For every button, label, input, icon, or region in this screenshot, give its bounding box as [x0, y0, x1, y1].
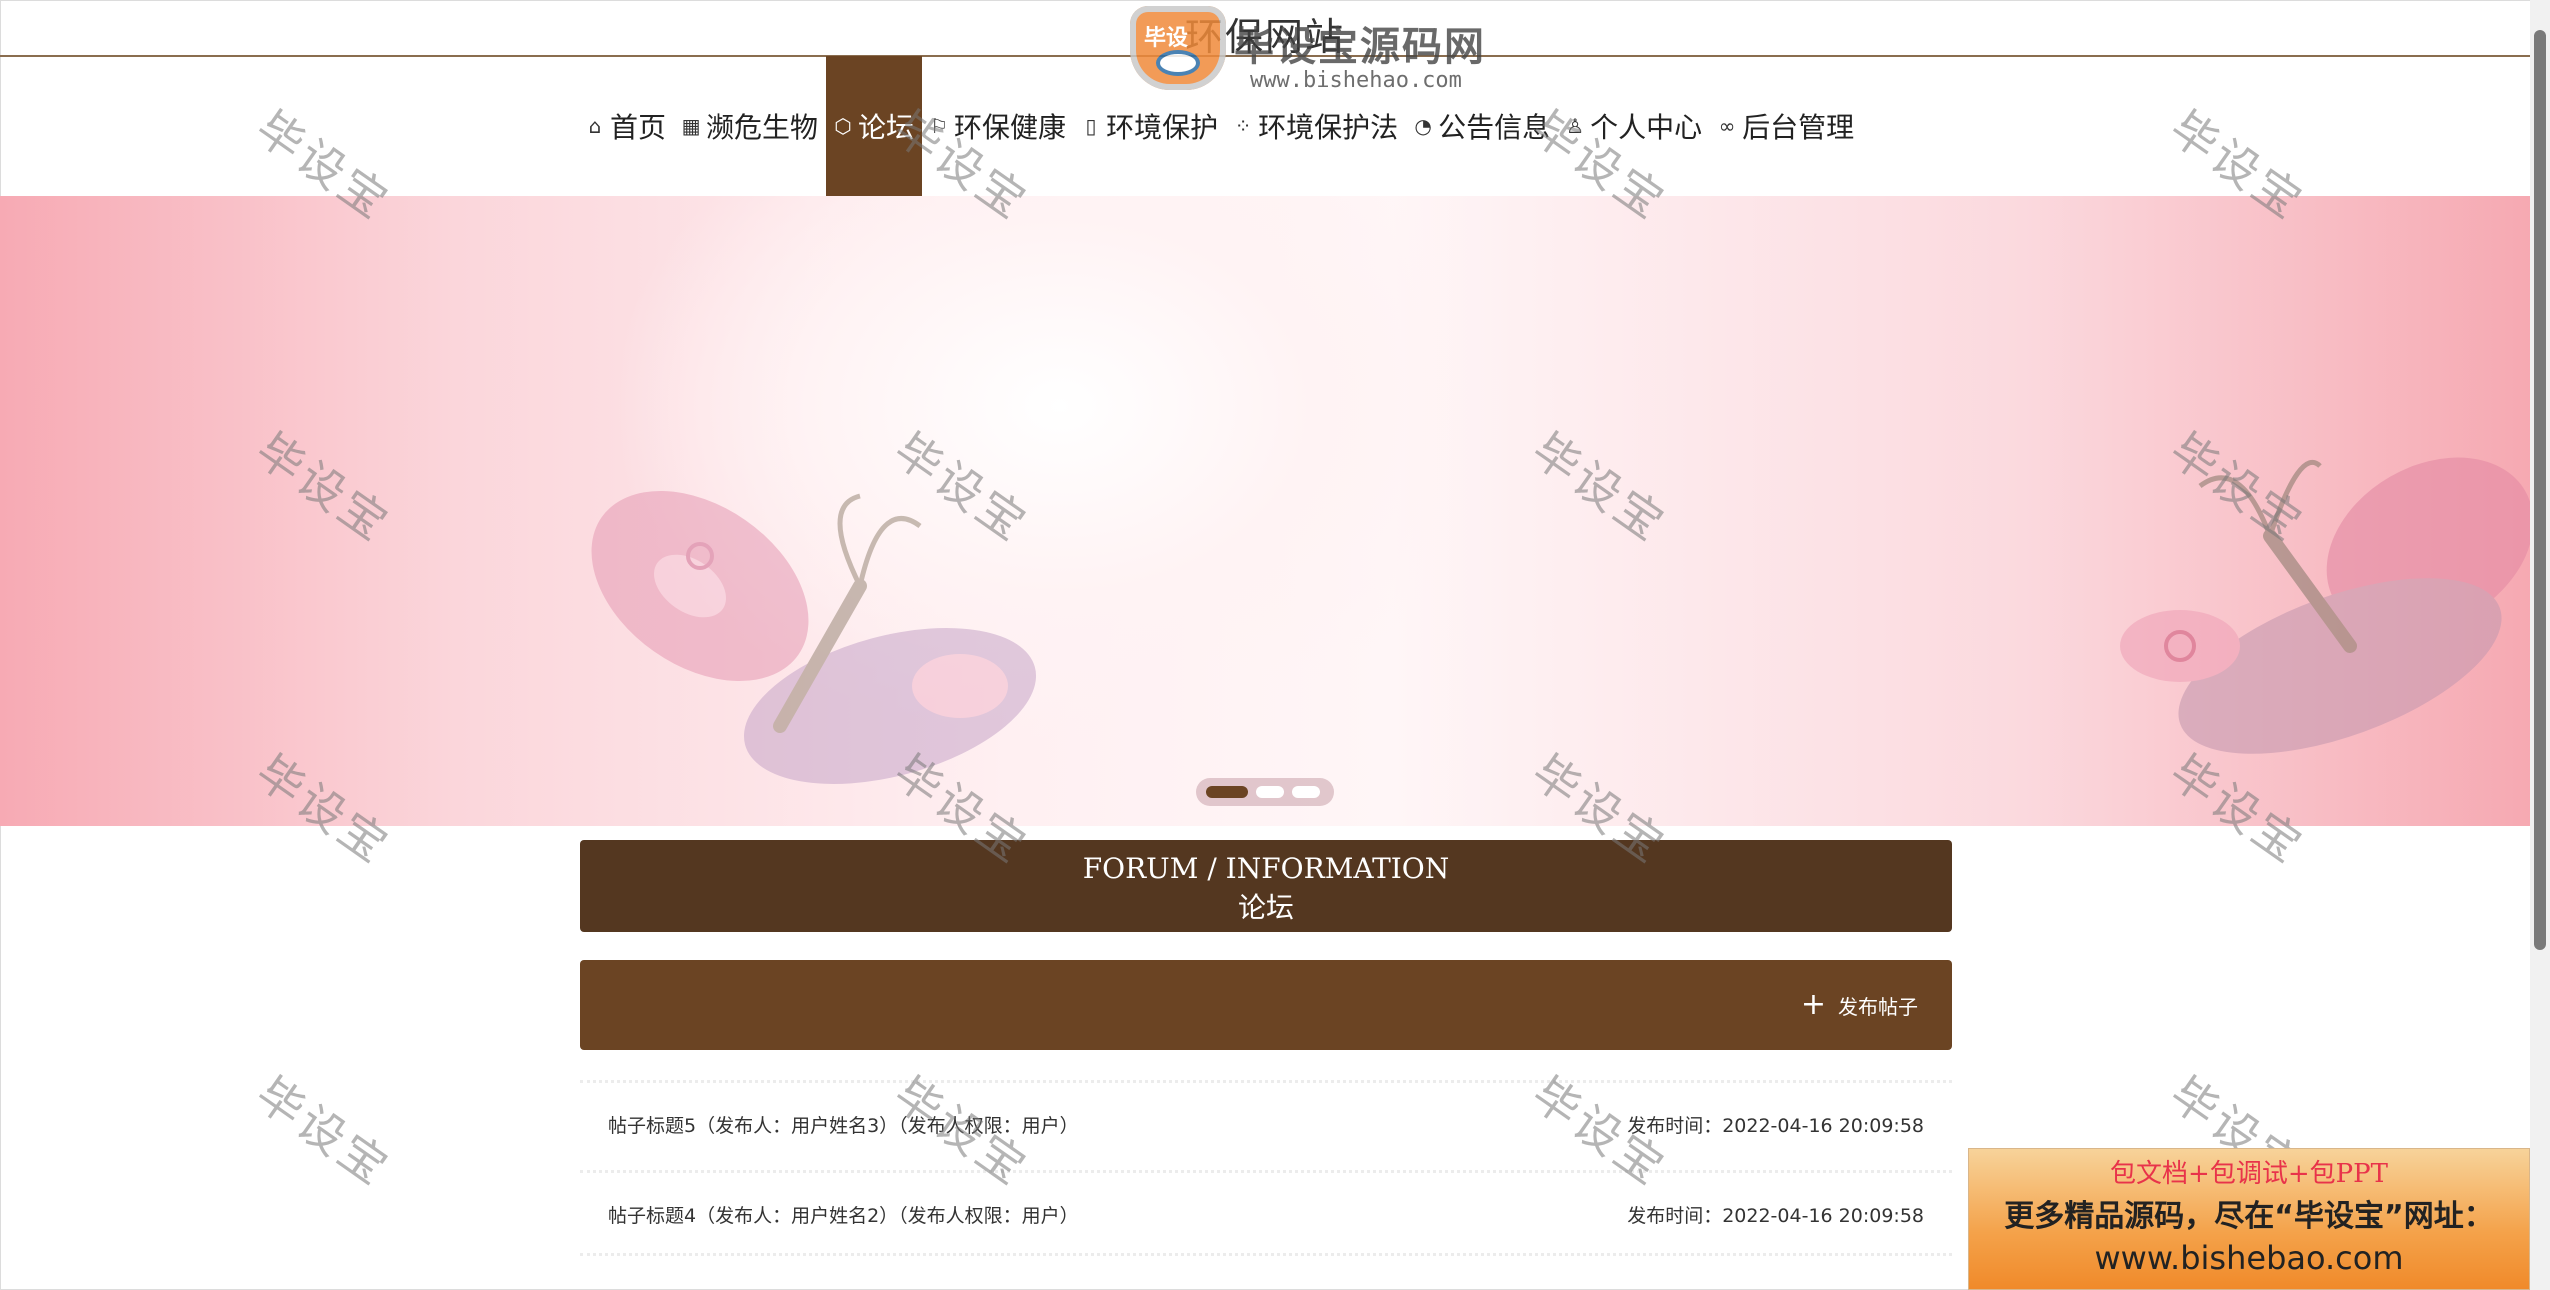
- carousel-dot-1[interactable]: [1206, 786, 1248, 798]
- cube-icon: ⬡: [834, 114, 852, 138]
- plus-icon: +: [1800, 987, 1826, 1022]
- post-time: 发布时间：2022-04-16 20:09:58: [1627, 1205, 1924, 1227]
- user-icon: ♙: [1566, 114, 1585, 138]
- logo-url: www.bishehao.com: [1250, 68, 1462, 93]
- logo-badge-icon: 毕设: [1130, 6, 1226, 90]
- nav-item-label: 首页: [610, 111, 667, 144]
- note-icon: ▯: [1085, 114, 1097, 138]
- nav-item-label: 环境保护法: [1258, 111, 1399, 144]
- post-title: 帖子标题5（发布人：用户姓名3）（发布人权限：用户）: [608, 1115, 1079, 1137]
- nav-item-eco-health[interactable]: ⚐ 环保健康: [922, 56, 1074, 196]
- carousel-dot-2[interactable]: [1256, 786, 1284, 798]
- nav-item-label: 后台管理: [1742, 111, 1855, 144]
- nav-item-label: 环保健康: [954, 111, 1067, 144]
- post-title: 帖子标题4（发布人：用户姓名2）（发布人权限：用户）: [608, 1205, 1079, 1227]
- nav-item-label: 公告信息: [1438, 111, 1551, 144]
- section-title-cn: 论坛: [1237, 891, 1294, 924]
- post-list-item[interactable]: 帖子标题4（发布人：用户姓名2）（发布人权限：用户） 发布时间：2022-04-…: [580, 1170, 1952, 1256]
- nav-item-label: 论坛: [858, 111, 915, 144]
- nav-item-label: 个人中心: [1590, 111, 1703, 144]
- post-time: 发布时间：2022-04-16 20:09:58: [1627, 1115, 1924, 1137]
- carousel-dot-3[interactable]: [1292, 786, 1320, 798]
- promo-ad-box[interactable]: 包文档+包调试+包PPT 更多精品源码，尽在“毕设宝”网址： www.bishe…: [1968, 1148, 2530, 1290]
- nav-item-user-center[interactable]: ♙ 个人中心: [1558, 56, 1710, 196]
- nav-item-home[interactable]: ⌂ 首页: [578, 56, 674, 196]
- flag-icon: ⚐: [930, 114, 949, 138]
- section-title: FORUM / INFORMATION 论坛: [580, 840, 1952, 932]
- banner-carousel[interactable]: [0, 196, 2530, 826]
- nav-item-admin[interactable]: ∞ 后台管理: [1710, 56, 1862, 196]
- home-icon: ⌂: [588, 114, 602, 138]
- logo-name: 毕设宝源码网: [1234, 24, 1486, 70]
- carousel-indicators: [1196, 778, 1334, 806]
- promo-line-2: 更多精品源码，尽在“毕设宝”网址：: [2004, 1199, 2494, 1234]
- butterfly-left-image: [591, 490, 1037, 784]
- publish-post-label: 发布帖子: [1838, 994, 1918, 1019]
- nav-item-label: 濒危生物: [706, 111, 819, 144]
- publish-post-button[interactable]: + 发布帖子: [1801, 988, 1918, 1022]
- link-icon: ∞: [1718, 114, 1736, 138]
- nav-item-label: 环境保护: [1106, 111, 1219, 144]
- bishebao-logo: 毕设 毕设宝源码网 www.bishehao.com: [1130, 6, 1510, 93]
- section-title-en: FORUM / INFORMATION: [1082, 852, 1450, 885]
- palette-icon: ◔: [1414, 114, 1432, 138]
- apps-icon: ⁘: [1234, 114, 1252, 138]
- grid-icon: ▦: [681, 114, 701, 138]
- promo-line-3: www.bishebao.com: [2094, 1239, 2404, 1277]
- forum-toolbar: + 发布帖子: [580, 960, 1952, 1050]
- post-list-item[interactable]: 帖子标题5（发布人：用户姓名3）（发布人权限：用户） 发布时间：2022-04-…: [580, 1080, 1952, 1166]
- nav-item-forum[interactable]: ⬡ 论坛: [826, 56, 923, 196]
- page-scrollbar[interactable]: [2530, 0, 2550, 1290]
- butterfly-right-image: [2120, 457, 2530, 754]
- nav-item-endangered-species[interactable]: ▦ 濒危生物: [674, 56, 826, 196]
- scrollbar-thumb[interactable]: [2534, 30, 2546, 950]
- promo-line-1: 包文档+包调试+包PPT: [2110, 1159, 2388, 1189]
